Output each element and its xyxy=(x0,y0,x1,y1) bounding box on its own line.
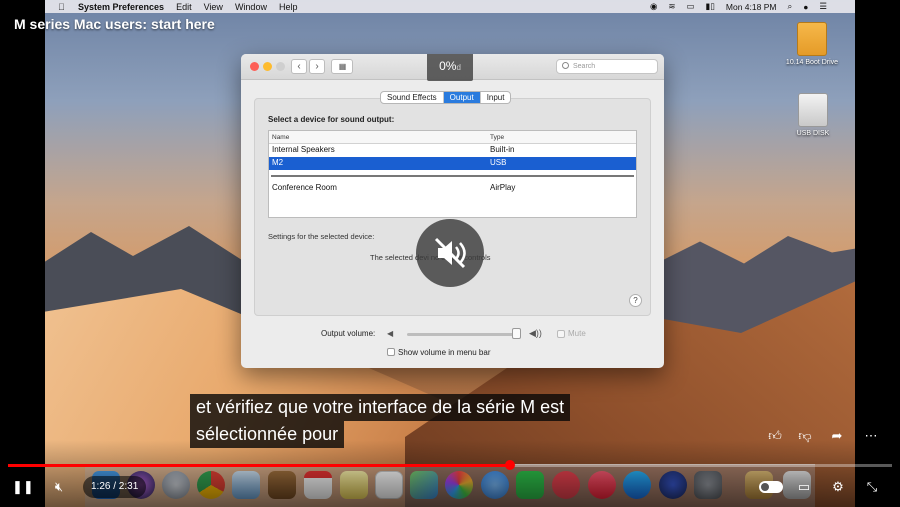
volume-slider-thumb[interactable] xyxy=(512,328,521,339)
output-volume-label: Output volume: xyxy=(321,329,376,338)
progress-fill xyxy=(8,464,511,467)
progress-bar[interactable] xyxy=(8,460,892,470)
device-type: AirPlay xyxy=(490,183,516,192)
time-display: 1:26 / 2:31 xyxy=(83,476,147,498)
speaker-high-icon: ◀)) xyxy=(529,328,542,338)
settings-gear-icon[interactable]: ⚙ xyxy=(828,477,848,497)
menu-item-window[interactable]: Window xyxy=(235,2,267,12)
volume-slider[interactable] xyxy=(407,333,519,336)
device-type: USB xyxy=(490,158,507,167)
mac-menu-bar:  System Preferences Edit View Window He… xyxy=(45,0,855,13)
search-placeholder: Search xyxy=(573,63,596,70)
menu-item-view[interactable]: View xyxy=(204,2,223,12)
close-button[interactable] xyxy=(250,62,259,71)
muted-overlay[interactable] xyxy=(416,219,484,287)
table-header: Name Type xyxy=(269,131,636,144)
minimize-button[interactable] xyxy=(263,62,272,71)
tab-output[interactable]: Output xyxy=(443,92,481,103)
column-header-type[interactable]: Type xyxy=(490,134,504,141)
table-row-selected[interactable]: M2 USB xyxy=(269,157,636,170)
notification-center-icon[interactable]: ☰ xyxy=(819,1,827,12)
video-title[interactable]: M series Mac users: start here xyxy=(14,16,215,32)
mute-checkbox[interactable] xyxy=(557,330,565,338)
usb-drive-icon xyxy=(798,93,828,127)
mute-toggle-icon[interactable]: 🔇︎ xyxy=(49,477,69,497)
desktop-icon-boot-drive[interactable]: 10.14 Boot Drive xyxy=(777,22,847,66)
tab-input[interactable]: Input xyxy=(481,92,511,103)
desktop-icon-label: 10.14 Boot Drive xyxy=(785,59,839,66)
spotlight-icon[interactable]: ⌕ xyxy=(787,1,792,12)
column-header-name[interactable]: Name xyxy=(272,134,289,141)
device-table: Name Type Internal Speakers Built-in M2 … xyxy=(268,130,637,218)
record-icon[interactable]: ◉ xyxy=(650,1,657,12)
hard-drive-icon xyxy=(797,22,827,56)
table-divider xyxy=(271,175,634,177)
search-field[interactable]: Search xyxy=(556,59,658,74)
pause-button[interactable]: ❚❚ xyxy=(12,477,34,497)
captions-icon[interactable]: ▭ xyxy=(794,477,814,497)
apple-icon[interactable]:  xyxy=(58,2,68,12)
desktop-icon-usb-disk[interactable]: USB DISK xyxy=(778,93,848,137)
table-row[interactable]: Conference Room AirPlay xyxy=(269,182,636,195)
show-all-grid-button[interactable]: ▦ xyxy=(331,59,353,74)
sound-preferences-window: ‹ › ▦ 0%d Search Select a device for sou… xyxy=(241,54,664,368)
autoplay-knob xyxy=(761,483,769,491)
speaker-muted-icon xyxy=(434,237,466,269)
autoplay-toggle[interactable] xyxy=(759,481,783,493)
title-fragment: d xyxy=(456,63,461,72)
mute-label: Mute xyxy=(568,329,586,338)
select-device-heading: Select a device for sound output: xyxy=(268,115,395,124)
show-volume-label: Show volume in menu bar xyxy=(398,348,491,357)
table-row[interactable]: Internal Speakers Built-in xyxy=(269,144,636,157)
show-volume-option[interactable]: Show volume in menu bar xyxy=(387,348,491,357)
forward-button[interactable]: › xyxy=(309,59,325,74)
help-button[interactable]: ? xyxy=(629,294,642,307)
device-name: Conference Room xyxy=(272,183,337,192)
back-button[interactable]: ‹ xyxy=(291,59,307,74)
siri-icon[interactable]: ● xyxy=(803,2,808,12)
device-name: M2 xyxy=(272,158,284,167)
speaker-low-icon: ◀ xyxy=(387,329,394,338)
menu-item-edit[interactable]: Edit xyxy=(176,2,192,12)
sound-tabs: Sound Effects Output Input xyxy=(380,91,512,104)
settings-label: Settings for the selected device: xyxy=(268,232,375,241)
output-volume-row: Output volume: ◀ ◀)) Mute xyxy=(321,327,651,341)
menu-clock[interactable]: Mon 4:18 PM xyxy=(726,2,777,12)
percent-text: 0% xyxy=(439,59,457,73)
airplay-icon[interactable]: ▭ xyxy=(687,1,695,12)
exit-fullscreen-icon[interactable]: ⤡ xyxy=(862,477,882,497)
menu-app-name[interactable]: System Preferences xyxy=(78,2,164,12)
device-name: Internal Speakers xyxy=(272,145,335,154)
show-volume-checkbox[interactable] xyxy=(387,348,395,356)
caption-line-1: et vérifiez que votre interface de la sé… xyxy=(190,394,571,421)
device-type: Built-in xyxy=(490,145,515,154)
video-percent-overlay: 0%d xyxy=(427,54,473,81)
battery-icon[interactable]: ▮▯ xyxy=(706,1,715,12)
wifi-icon[interactable]: ≋ xyxy=(668,1,675,12)
menu-item-help[interactable]: Help xyxy=(279,2,298,12)
tab-sound-effects[interactable]: Sound Effects xyxy=(381,92,444,103)
zoom-button[interactable] xyxy=(276,62,285,71)
search-icon xyxy=(562,62,569,69)
desktop-icon-label: USB DISK xyxy=(796,130,830,137)
window-titlebar[interactable]: ‹ › ▦ 0%d Search xyxy=(241,54,664,81)
